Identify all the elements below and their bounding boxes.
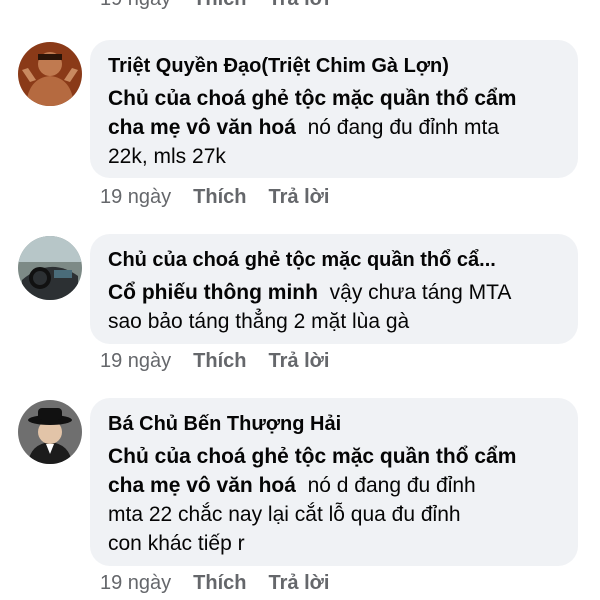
comment-body: Chủ của choá ghẻ tộc mặc quần thổ cẩm ch… [108,84,560,171]
comment-body: Chủ của choá ghẻ tộc mặc quần thổ cẩm ch… [108,442,560,558]
like-button[interactable]: Thích [193,0,246,11]
comment-bubble: Bá Chủ Bến Thượng Hải Chủ của choá ghẻ t… [90,398,578,566]
mention-tag-cont[interactable]: cha mẹ vô văn hoá [108,474,296,497]
comment-actions: 19 ngày Thích Trả lời [100,186,329,209]
comment-text-cont: 22k, mls 27k [108,145,226,168]
comment-bubble: Chủ của choá ghẻ tộc mặc quần thổ cẩ... … [90,234,578,344]
reply-button[interactable]: Trả lời [269,0,330,11]
comment-author[interactable]: Triệt Quyền Đạo(Triệt Chim Gà Lợn) [108,52,560,80]
comment-text-cont: con khác tiếp r [108,532,245,555]
reply-button[interactable]: Trả lời [269,350,330,373]
mention-tag[interactable]: Cổ phiếu thông minh [108,281,318,304]
timestamp: 19 ngày [100,0,171,11]
comment-text: nó d đang đu đỉnh [307,474,476,497]
comment-author[interactable]: Bá Chủ Bến Thượng Hải [108,410,560,438]
car-interior-avatar-icon[interactable] [18,236,82,300]
comment-text-cont: sao bảo táng thẳng 2 mặt lùa gà [108,310,410,333]
hat-man-avatar-icon[interactable] [18,400,82,464]
comment-body: Cổ phiếu thông minh vậy chưa táng MTA sa… [108,278,560,336]
like-button[interactable]: Thích [193,350,246,373]
comment-bubble: Triệt Quyền Đạo(Triệt Chim Gà Lợn) Chủ c… [90,40,578,178]
like-button[interactable]: Thích [193,572,246,595]
comment-text-cont: mta 22 chắc nay lại cắt lỗ qua đu đỉnh [108,503,461,526]
reply-button[interactable]: Trả lời [269,186,330,209]
timestamp: 19 ngày [100,572,172,594]
comment-text: nó đang đu đỉnh mta [307,116,500,139]
comment-author[interactable]: Chủ của choá ghẻ tộc mặc quần thổ cẩ... [108,246,560,274]
timestamp: 19 ngày [100,186,172,208]
comment-actions: 19 ngày Thích Trả lời [100,572,329,595]
mention-tag[interactable]: Chủ của choá ghẻ tộc mặc quần thổ cẩm [108,87,516,110]
mention-tag-cont[interactable]: cha mẹ vô văn hoá [108,116,296,139]
timestamp: 19 ngày [100,350,172,372]
reply-button[interactable]: Trả lời [269,572,330,595]
fighter-avatar-icon[interactable] [18,42,82,106]
comment-text: vậy chưa táng MTA [329,281,512,304]
mention-tag[interactable]: Chủ của choá ghẻ tộc mặc quần thổ cẩm [108,445,516,468]
comment-actions-top: 19 ngày Thích Trả lời [100,0,329,11]
comment-actions: 19 ngày Thích Trả lời [100,350,329,373]
like-button[interactable]: Thích [193,186,246,209]
